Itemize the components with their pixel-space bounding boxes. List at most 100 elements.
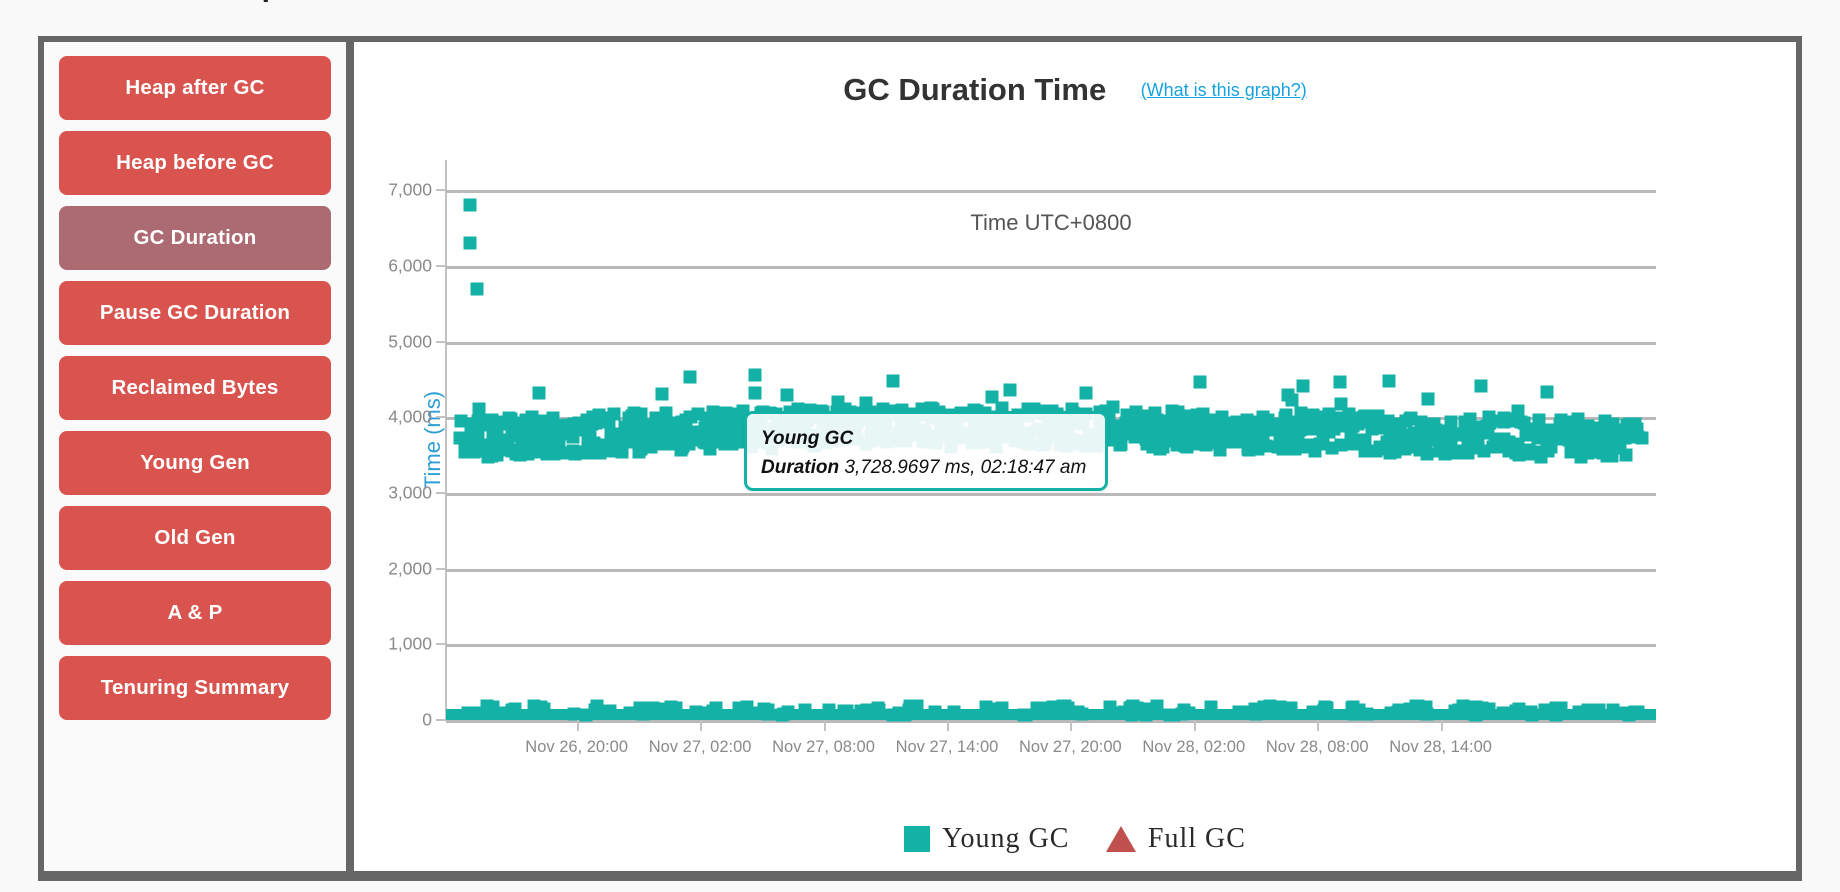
y-tick-mark [436, 416, 446, 419]
data-point[interactable] [1619, 448, 1633, 462]
x-tick-mark [1193, 720, 1196, 731]
x-tick-label: Nov 27, 20:00 [1018, 738, 1122, 756]
data-point[interactable] [1106, 400, 1120, 414]
x-tick-label: Nov 27, 02:00 [648, 738, 752, 756]
y-tick-label: 7,000 [388, 179, 432, 200]
sidebar-nav: Heap after GC Heap before GC GC Duration… [44, 42, 354, 871]
legend-label-full-gc: Full GC [1147, 823, 1246, 854]
y-tick-mark [436, 719, 446, 721]
data-point[interactable] [1474, 379, 1488, 393]
x-axis-title: Time UTC+0800 [970, 210, 1132, 235]
sidebar-item-pause-gc-duration[interactable]: Pause GC Duration [59, 281, 331, 345]
data-point[interactable] [1296, 379, 1310, 393]
data-point[interactable] [1079, 386, 1093, 400]
y-tick-mark [436, 189, 446, 192]
datapoint-tooltip: Young GC Duration 3,728.9697 ms, 02:18:4… [744, 411, 1108, 491]
data-point[interactable] [1213, 443, 1227, 457]
chart-panel: GC Duration Time (What is this graph?) T… [354, 42, 1796, 871]
data-point[interactable] [1003, 383, 1017, 397]
sidebar-item-reclaimed-bytes[interactable]: Reclaimed Bytes [59, 356, 331, 420]
chart-header: GC Duration Time (What is this graph?) [354, 72, 1796, 108]
x-tick-label: Nov 28, 08:00 [1265, 738, 1369, 756]
x-tick-mark [1070, 720, 1073, 731]
legend-item-young-gc[interactable]: Young GC [904, 821, 1069, 855]
sidebar-item-young-gen[interactable]: Young Gen [59, 431, 331, 495]
x-tick-mark [576, 720, 579, 731]
data-point[interactable] [532, 386, 545, 400]
data-point[interactable] [1308, 444, 1322, 458]
y-tick-label: 0 [422, 709, 432, 730]
data-point[interactable] [463, 236, 477, 250]
gridline [446, 341, 1656, 345]
legend-item-full-gc[interactable]: Full GC [1105, 821, 1246, 855]
sidebar-item-heap-after-gc[interactable]: Heap after GC [59, 56, 331, 120]
tooltip-series-row: Young GC [761, 424, 1091, 453]
clipped-subtitle: (partially visible) [328, 0, 471, 1]
y-tick-label: 4,000 [388, 406, 432, 427]
data-point[interactable] [1333, 375, 1347, 389]
full-gc-triangle-icon [1105, 826, 1136, 852]
x-tick-label: Nov 26, 20:00 [525, 738, 629, 756]
y-tick-label: 6,000 [388, 255, 432, 276]
x-tick-mark [700, 720, 703, 731]
x-tick-mark [823, 720, 826, 731]
sidebar-item-a-and-p[interactable]: A & P [59, 581, 331, 645]
tooltip-metric-row: Duration 3,728.9697 ms, 02:18:47 am [761, 453, 1091, 482]
x-tick-label: Nov 28, 14:00 [1389, 738, 1492, 756]
data-point[interactable] [470, 282, 484, 296]
data-point[interactable] [1382, 374, 1396, 388]
sidebar-item-old-gen[interactable]: Old Gen [59, 506, 331, 570]
data-point[interactable] [1193, 375, 1207, 389]
tooltip-series-label: Young GC [761, 428, 854, 449]
x-tick-mark [1317, 720, 1320, 731]
y-tick-label: 3,000 [388, 482, 432, 503]
data-point[interactable] [1421, 392, 1435, 406]
chart-title: GC Duration Time [843, 72, 1107, 107]
data-point[interactable] [1285, 393, 1299, 407]
y-tick-mark [436, 567, 446, 570]
plot-wrapper: Time (ms) 0 1,000 2,000 3,000 4,000 5,000 6,00… [354, 112, 1796, 812]
y-tick-label: 5,000 [388, 331, 432, 352]
data-point[interactable] [655, 387, 669, 401]
tooltip-metric-label: Duration [761, 457, 840, 479]
gridline [446, 568, 1656, 572]
young-gc-square-icon [904, 826, 931, 852]
y-axis-title: Time (ms) [420, 390, 446, 490]
x-tick-label: Nov 27, 08:00 [772, 738, 875, 756]
sidebar-item-tenuring-summary[interactable]: Tenuring Summary [59, 656, 331, 720]
y-tick-label: 1,000 [388, 633, 432, 654]
clipped-title: GC Report [170, 0, 320, 3]
data-point[interactable] [886, 374, 900, 388]
gridline [446, 492, 1656, 496]
clipped-page-header-text: GC Report (partially visible) [170, 0, 472, 4]
data-point[interactable] [748, 368, 762, 382]
what-is-this-graph-link[interactable]: (What is this graph?) [1141, 80, 1307, 101]
data-point[interactable] [1420, 447, 1434, 461]
legend-label-young-gc: Young GC [942, 823, 1070, 854]
y-tick-mark [436, 643, 446, 646]
sidebar-item-gc-duration[interactable]: GC Duration [59, 206, 331, 270]
y-tick-label: 2,000 [388, 558, 432, 579]
data-point[interactable] [780, 388, 794, 402]
x-tick-label: Nov 27, 14:00 [895, 738, 999, 756]
gridline [446, 265, 1656, 269]
y-tick-mark [436, 491, 446, 494]
gridline [446, 190, 1656, 194]
data-point[interactable] [490, 448, 504, 462]
data-point[interactable] [683, 370, 697, 384]
x-tick-label: Nov 28, 02:00 [1142, 738, 1246, 756]
data-point[interactable] [1635, 431, 1649, 445]
sidebar-item-heap-before-gc[interactable]: Heap before GC [59, 131, 331, 195]
tooltip-metric-value: 3,728.9697 ms, 02:18:47 am [844, 457, 1087, 479]
clipped-page-header: GC Report (partially visible) [0, 0, 1840, 26]
chart-legend: Young GC Full GC [354, 821, 1796, 855]
x-tick-mark [1440, 720, 1443, 731]
data-point[interactable] [748, 386, 762, 400]
data-point[interactable] [607, 407, 621, 421]
data-point[interactable] [1540, 385, 1554, 399]
x-tick-mark [946, 720, 949, 731]
gridline [446, 644, 1656, 648]
report-frame: Heap after GC Heap before GC GC Duration… [38, 36, 1802, 881]
y-tick-mark [436, 340, 446, 343]
y-tick-mark [436, 264, 446, 267]
